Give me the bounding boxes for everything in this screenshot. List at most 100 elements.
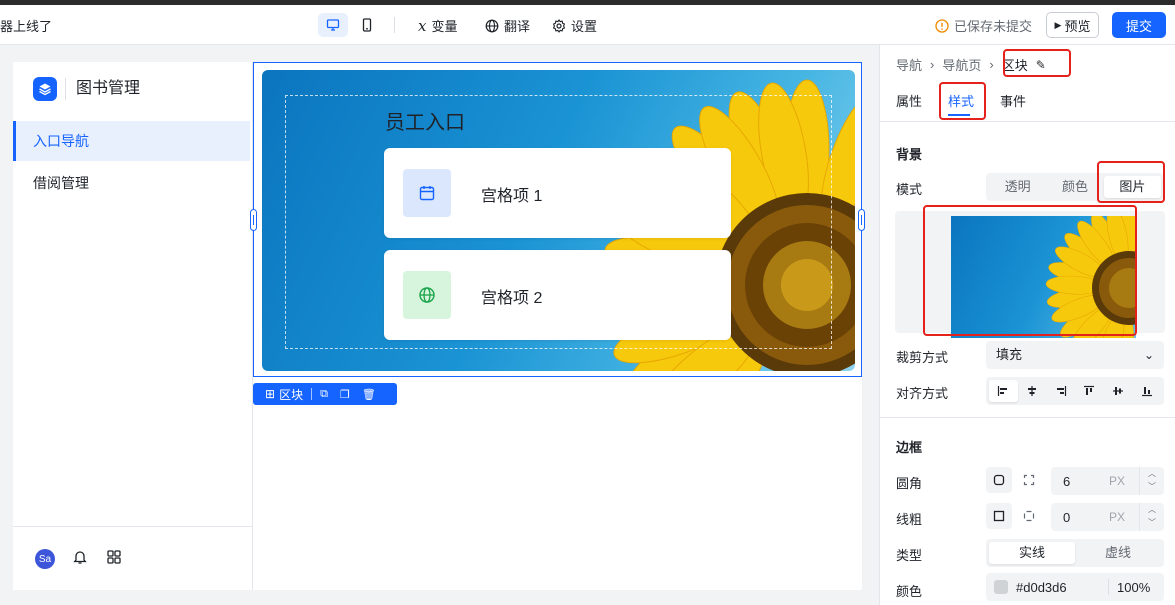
align-right-icon[interactable]: [1046, 380, 1075, 402]
settings-button[interactable]: 设置: [552, 16, 597, 35]
width-input[interactable]: 0 PX ︿ ﹀: [1051, 503, 1164, 531]
color-swatch[interactable]: [994, 580, 1008, 594]
phone-icon: [362, 18, 372, 32]
globe-icon: [419, 287, 435, 303]
highlight-image-mode: [1097, 161, 1165, 203]
crop-mode-select[interactable]: 填充 ⌄: [986, 341, 1164, 369]
width-label: 线粗: [896, 512, 923, 527]
highlight-image-preview: [923, 205, 1137, 336]
color-divider: [1108, 579, 1109, 595]
divider: [880, 121, 1175, 122]
color-hex-value: #d0d3d6: [1016, 580, 1067, 595]
app-preview: 图书管理 入口导航 借阅管理 Sa 员工入口 宫格项 1 宫格项 2: [13, 62, 865, 590]
submit-button[interactable]: 提交: [1112, 12, 1166, 38]
border-color-input[interactable]: #d0d3d6 100%: [986, 573, 1164, 601]
mode-color[interactable]: 颜色: [1046, 176, 1103, 198]
mode-label: 模式: [896, 182, 923, 197]
breadcrumb-item[interactable]: 导航页: [942, 55, 981, 74]
translate-button[interactable]: 翻译: [485, 16, 530, 35]
highlight-style-tab: [939, 82, 986, 120]
translate-label: 翻译: [504, 19, 531, 34]
block-grid-icon[interactable]: ⊞: [265, 387, 275, 401]
avatar[interactable]: Sa: [35, 549, 55, 569]
divider: [880, 417, 1175, 418]
mobile-view-button[interactable]: [352, 13, 382, 37]
radius-all-button[interactable]: [986, 467, 1012, 493]
resize-handle-left[interactable]: [250, 209, 257, 231]
opacity-value: 100%: [1117, 580, 1151, 595]
apps-grid-icon[interactable]: [106, 549, 122, 565]
warning-icon: [935, 18, 949, 33]
save-status: 已保存未提交: [935, 16, 1032, 35]
align-left-icon[interactable]: [989, 380, 1018, 402]
type-dashed[interactable]: 虚线: [1075, 542, 1161, 564]
grid-item-1[interactable]: 宫格项 1: [384, 148, 731, 238]
nav-item-entry[interactable]: 入口导航: [13, 121, 250, 161]
play-icon: ▶: [1054, 19, 1062, 30]
grid-item-2[interactable]: 宫格项 2: [384, 250, 731, 340]
radius-individual-button[interactable]: [1016, 467, 1042, 493]
save-status-text: 已保存未提交: [954, 19, 1033, 34]
preview-button[interactable]: ▶ 预览: [1046, 12, 1099, 38]
preview-label: 预览: [1064, 18, 1091, 34]
block-toolbar: ⊞ 区块 ⧉ ❐ 🗑: [253, 383, 397, 405]
resize-handle-right[interactable]: [858, 209, 865, 231]
nav-item-borrow[interactable]: 借阅管理: [13, 163, 250, 203]
align-label: 对齐方式: [896, 386, 949, 401]
app-title: 图书管理: [65, 78, 140, 100]
bell-icon[interactable]: [72, 549, 88, 565]
border-section-title: 边框: [896, 440, 923, 455]
chevron-right-icon: ›: [989, 57, 994, 72]
width-unit: PX: [1109, 510, 1126, 524]
highlight-breadcrumb: [1003, 49, 1071, 77]
chevron-down-icon: ⌄: [1143, 348, 1154, 362]
align-center-v-icon[interactable]: [1104, 380, 1133, 402]
calendar-icon: [419, 186, 435, 201]
grid-item-1-label: 宫格项 1: [481, 188, 543, 205]
alignment-group: [986, 377, 1164, 405]
sides-icon: [1023, 510, 1035, 522]
toolbar-divider: [394, 17, 395, 33]
type-label: 类型: [896, 548, 923, 563]
app-logo: [33, 77, 57, 101]
desktop-view-button[interactable]: [318, 13, 348, 37]
align-bottom-icon[interactable]: [1132, 380, 1161, 402]
width-stepper[interactable]: ︿ ﹀: [1139, 503, 1164, 531]
grid-item-2-icon-box: [403, 271, 451, 319]
editor-topbar: 器上线了 𝑥 变量 翻译 设置 已保存未提交 ▶ 预览 提交: [0, 5, 1175, 45]
selected-block[interactable]: 员工入口 宫格项 1 宫格项 2: [250, 62, 865, 377]
properties-panel: 导航 › 导航页 › 区块 ✎ 属性 样式 事件 背景 模式 透明 颜色 图片: [879, 45, 1175, 605]
corners-icon: [1023, 474, 1035, 486]
align-center-h-icon[interactable]: [1018, 380, 1047, 402]
settings-label: 设置: [571, 19, 598, 34]
grid-item-1-icon-box: [403, 169, 451, 217]
color-label: 颜色: [896, 584, 923, 599]
type-solid[interactable]: 实线: [989, 542, 1075, 564]
gear-icon: [552, 18, 566, 33]
radius-unit: PX: [1109, 474, 1126, 488]
delete-icon[interactable]: 🗑: [362, 388, 376, 401]
variable-icon: 𝑥: [418, 16, 427, 35]
width-individual-button[interactable]: [1016, 503, 1042, 529]
radius-input[interactable]: 6 PX ︿ ﹀: [1051, 467, 1164, 495]
duplicate-icon[interactable]: ❐: [340, 388, 350, 401]
radius-stepper[interactable]: ︿ ﹀: [1139, 467, 1164, 495]
variables-label: 变量: [431, 19, 458, 34]
tab-events[interactable]: 事件: [1000, 91, 1052, 110]
sidebar-footer: Sa: [13, 526, 252, 590]
layers-icon: [39, 83, 51, 96]
page-breadcrumb: 器上线了: [0, 19, 53, 34]
rounded-square-icon: [993, 474, 1005, 486]
breadcrumb-item[interactable]: 导航: [896, 55, 922, 74]
border-type-segmented: 实线 虚线: [986, 539, 1164, 567]
width-all-button[interactable]: [986, 503, 1012, 529]
align-top-icon[interactable]: [1075, 380, 1104, 402]
square-icon: [993, 510, 1005, 522]
mode-transparent[interactable]: 透明: [989, 176, 1046, 198]
chevron-right-icon: ›: [930, 57, 935, 72]
radius-value: 6: [1063, 474, 1071, 489]
block-toolbar-label[interactable]: 区块: [279, 386, 303, 403]
copy-icon[interactable]: ⧉: [320, 388, 328, 401]
crop-mode-value: 填充: [996, 347, 1023, 362]
variables-button[interactable]: 𝑥 变量: [418, 16, 457, 35]
